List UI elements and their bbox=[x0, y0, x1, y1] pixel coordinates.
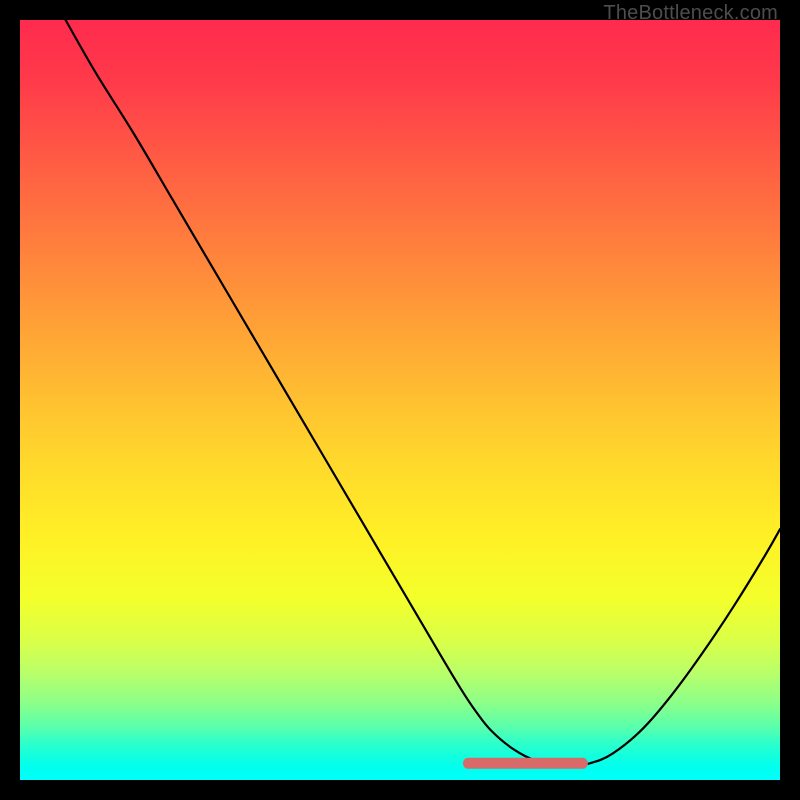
chart-svg bbox=[20, 20, 780, 780]
outer-black-frame: TheBottleneck.com bbox=[0, 0, 800, 800]
bottleneck-curve bbox=[66, 20, 780, 765]
watermark-text: TheBottleneck.com bbox=[603, 2, 778, 25]
